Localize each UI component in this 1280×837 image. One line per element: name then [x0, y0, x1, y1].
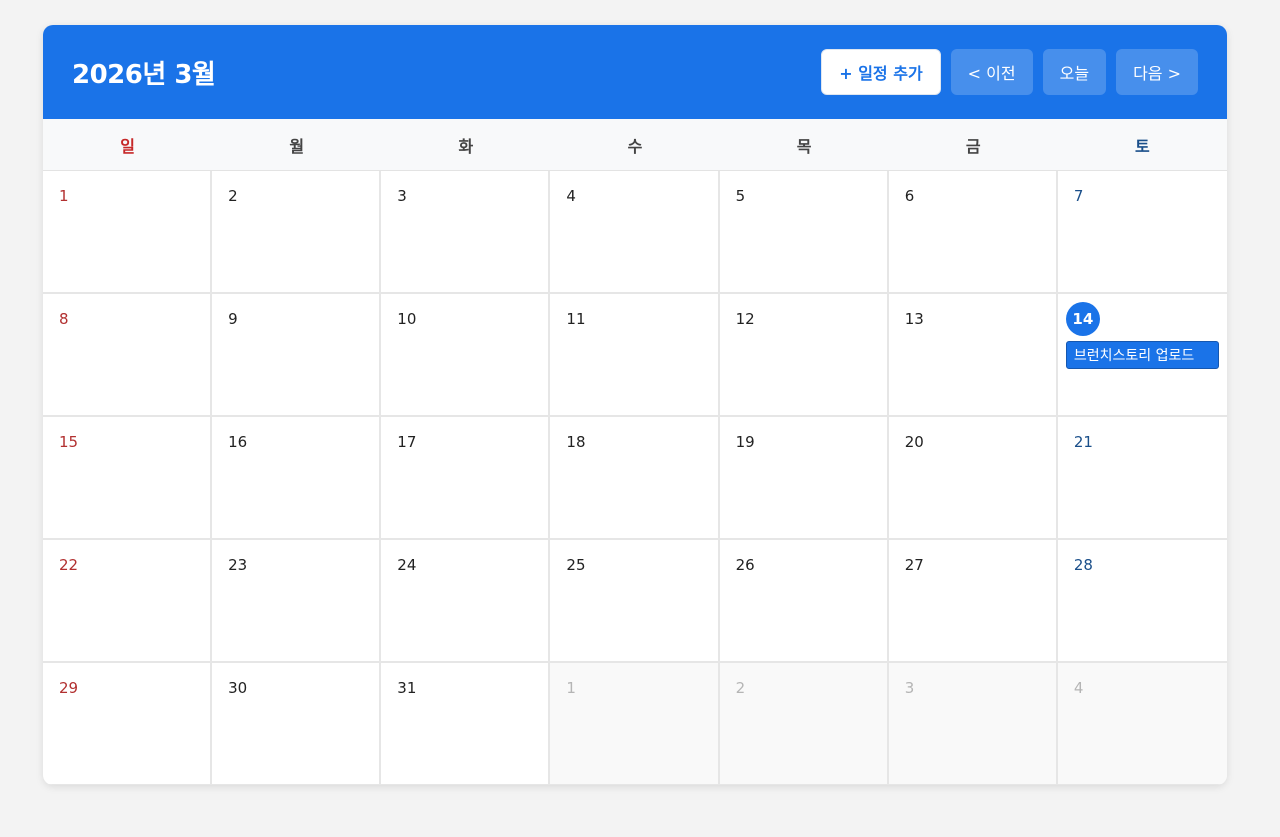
day-cell[interactable]: 2: [212, 171, 382, 294]
day-number: 8: [59, 310, 69, 328]
day-cell[interactable]: 29: [43, 663, 213, 785]
day-number: 27: [904, 556, 924, 574]
weekday-label: 금: [965, 136, 981, 156]
day-cell[interactable]: 27: [888, 540, 1058, 663]
next-month-button[interactable]: 다음 >: [1116, 49, 1198, 95]
day-cell[interactable]: 23: [212, 540, 382, 663]
day-cell[interactable]: 12: [719, 294, 889, 417]
calendar-grid: 1 2 3 4 5 6 7 8 9 10 11 12 13 14 브런치스토리 업로드 15 16 17 18 19 2…: [43, 171, 1227, 785]
day-number: 2: [228, 187, 238, 205]
day-number: 20: [904, 433, 924, 451]
day-cell[interactable]: 21: [1057, 417, 1227, 540]
day-number: 19: [735, 433, 755, 451]
day-cell[interactable]: 16: [212, 417, 382, 540]
day-number: 26: [735, 556, 755, 574]
day-number: 21: [1073, 433, 1093, 451]
day-number: 7: [1073, 187, 1084, 205]
today-button[interactable]: 오늘: [1042, 49, 1107, 95]
add-event-button[interactable]: + 일정 추가: [821, 49, 941, 95]
day-number: 30: [228, 679, 248, 697]
weekday-label: 월: [289, 136, 305, 156]
day-cell[interactable]: 30: [212, 663, 382, 785]
day-number: 22: [59, 556, 79, 574]
weekday-label: 수: [627, 136, 643, 156]
day-number: 1: [59, 187, 69, 205]
day-cell[interactable]: 4: [1057, 663, 1227, 785]
day-cell[interactable]: 8: [43, 294, 213, 417]
day-number: 3: [397, 187, 407, 205]
day-cell[interactable]: 3: [381, 171, 551, 294]
day-cell[interactable]: 19: [719, 417, 889, 540]
day-number: 3: [904, 679, 915, 697]
day-cell[interactable]: 2: [719, 663, 889, 785]
day-number: 31: [397, 679, 417, 697]
weekday-label: 일: [120, 136, 135, 156]
day-cell[interactable]: 11: [550, 294, 720, 417]
day-number: 28: [1073, 556, 1093, 574]
day-cell[interactable]: 3: [888, 663, 1058, 785]
day-number: 6: [904, 187, 915, 205]
weekday-header-row: 일월화수목금토: [43, 119, 1227, 171]
day-number: 13: [904, 310, 924, 328]
day-number: 10: [397, 310, 417, 328]
day-number: 12: [735, 310, 755, 328]
event-chip[interactable]: 브런치스토리 업로드: [1065, 341, 1219, 369]
day-cell[interactable]: 26: [719, 540, 889, 663]
day-number: 29: [59, 679, 79, 697]
weekday-label: 토: [1135, 136, 1150, 156]
day-cell[interactable]: 9: [212, 294, 382, 417]
day-number: 23: [228, 556, 248, 574]
day-cell[interactable]: 25: [550, 540, 720, 663]
day-number: 17: [397, 433, 417, 451]
day-number: 16: [228, 433, 248, 451]
day-cell[interactable]: 14 브런치스토리 업로드: [1057, 294, 1227, 417]
day-cell[interactable]: 7: [1057, 171, 1227, 294]
day-cell[interactable]: 31: [381, 663, 551, 785]
day-number: 18: [566, 433, 586, 451]
day-cell[interactable]: 15: [43, 417, 213, 540]
day-cell[interactable]: 4: [550, 171, 720, 294]
day-number: 24: [397, 556, 417, 574]
calendar: 2026년 3월 + 일정 추가 < 이전 오늘 다음 > 일월화수목금토 12…: [43, 25, 1227, 785]
day-number: 15: [59, 433, 79, 451]
day-cell[interactable]: 6: [888, 171, 1058, 294]
day-number: 25: [566, 556, 586, 574]
day-cell[interactable]: 10: [381, 294, 551, 417]
day-cell[interactable]: 5: [719, 171, 889, 294]
day-cell[interactable]: 24: [381, 540, 551, 663]
calendar-controls: + 일정 추가 < 이전 오늘 다음 >: [821, 49, 1198, 95]
day-cell[interactable]: 18: [550, 417, 720, 540]
day-number: 2: [735, 679, 746, 697]
day-number: 14: [1065, 302, 1100, 336]
prev-month-button[interactable]: < 이전: [950, 49, 1033, 95]
calendar-header: 2026년 3월 + 일정 추가 < 이전 오늘 다음 >: [43, 25, 1227, 119]
day-number: 4: [566, 187, 576, 205]
day-number: 9: [228, 310, 238, 328]
day-cell[interactable]: 13: [888, 294, 1058, 417]
day-cell[interactable]: 20: [888, 417, 1058, 540]
day-cell[interactable]: 22: [43, 540, 213, 663]
day-cell[interactable]: 28: [1057, 540, 1227, 663]
day-number: 5: [735, 187, 746, 205]
weekday-label: 목: [796, 136, 812, 156]
day-number: 1: [566, 679, 576, 697]
month-title: 2026년 3월: [72, 59, 216, 90]
weekday-label: 화: [458, 136, 474, 156]
day-number: 4: [1073, 679, 1084, 697]
day-cell[interactable]: 1: [43, 171, 213, 294]
day-number: 11: [566, 310, 586, 328]
day-cell[interactable]: 17: [381, 417, 551, 540]
day-cell[interactable]: 1: [550, 663, 720, 785]
